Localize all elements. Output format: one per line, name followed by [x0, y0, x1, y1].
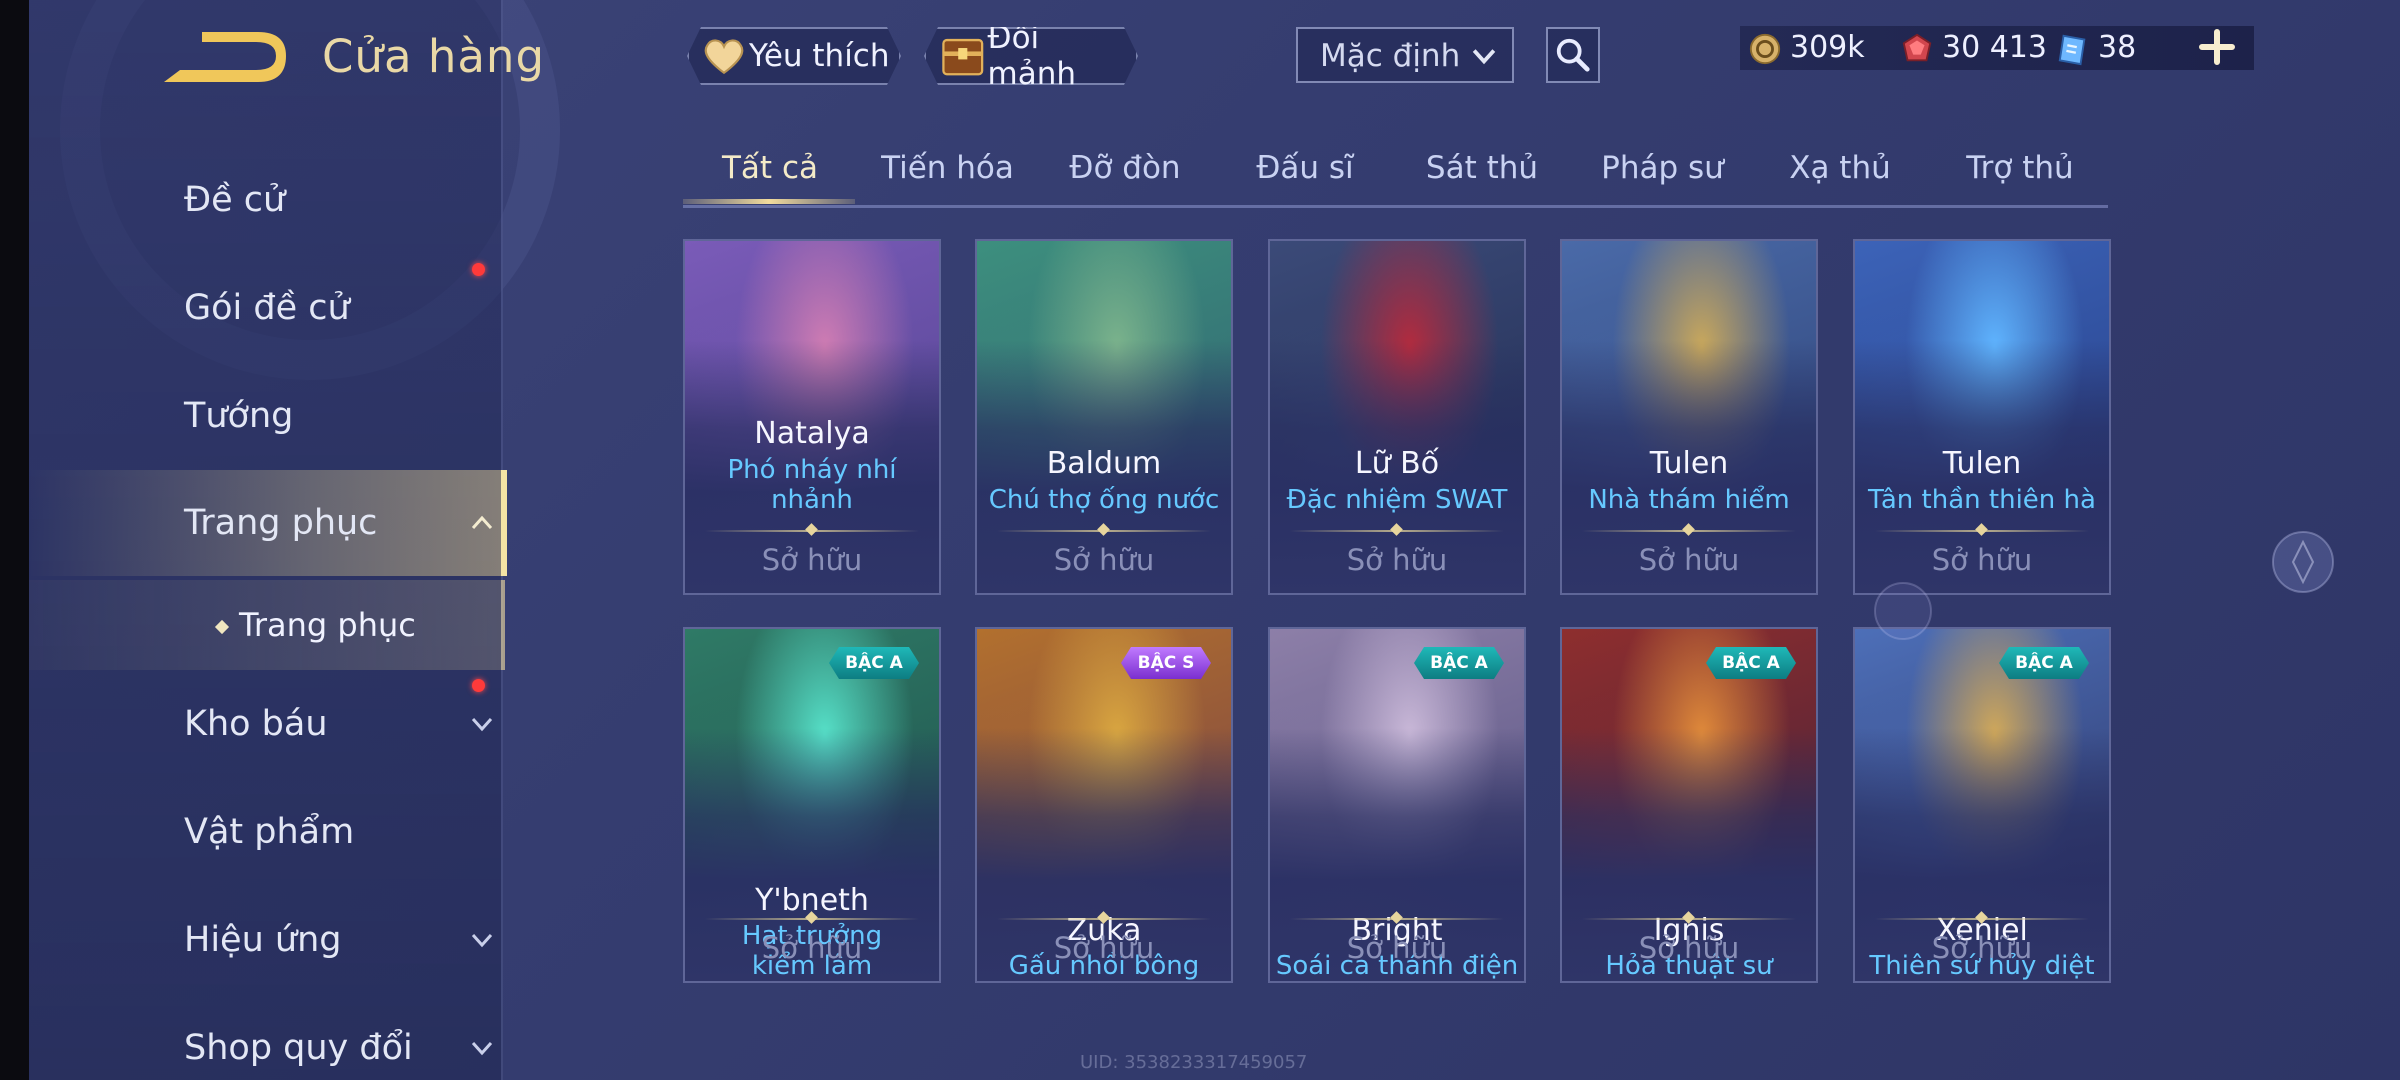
tab-mage[interactable]: Pháp sư — [1590, 150, 1735, 186]
ruby-gem-icon — [1902, 33, 1932, 62]
hero-name: Lữ Bố — [1354, 446, 1440, 481]
tier-badge: BẬC A — [1999, 647, 2089, 679]
tab-assassin[interactable]: Sát thủ — [1412, 150, 1552, 186]
hero-name: Tulen — [1942, 446, 2022, 481]
sidebar-item-skins[interactable]: Trang phục — [29, 470, 507, 576]
page-title: Cửa hàng — [322, 30, 546, 83]
sidebar-item-label: Trang phục — [184, 503, 378, 543]
tab-all[interactable]: Tất cả — [700, 150, 840, 186]
skin-card[interactable]: BẬC S Zuka Gấu nhồi bông Sở hữu — [975, 627, 1233, 983]
owned-status: Sở hữu — [1931, 543, 2033, 577]
shop-screen: Cửa hàng Đề cử Gói đề cử Tướng Trang phụ… — [0, 0, 2400, 1080]
tier-badge: BẬC A — [1706, 647, 1796, 679]
voucher-ticket-icon — [2058, 34, 2086, 66]
exchange-fragments-label: Đổi mảnh — [987, 20, 1077, 92]
gold-amount: 309k — [1790, 30, 1865, 65]
bullet-diamond-icon — [214, 619, 230, 635]
tier-badge: BẬC A — [829, 647, 919, 679]
sidebar-item-label: Shop quy đổi — [184, 1028, 413, 1068]
tier-badge: BẬC S — [1121, 647, 1211, 679]
owned-status: Sở hữu — [761, 931, 863, 965]
sort-dropdown[interactable]: Mặc định — [1296, 27, 1514, 83]
skin-card[interactable]: BẬC A Bright Soái ca thánh điện Sở hữu — [1268, 627, 1526, 983]
skin-name: Tân thần thiên hà — [1868, 485, 2096, 515]
search-button[interactable] — [1546, 27, 1600, 83]
sidebar-item-label: Gói đề cử — [184, 288, 350, 328]
notification-dot — [472, 679, 485, 692]
sidebar-item-items[interactable]: Vật phẩm — [29, 786, 501, 878]
chevron-up-icon — [471, 515, 493, 530]
sidebar-item-treasure[interactable]: Kho báu — [29, 678, 501, 770]
owned-status: Sở hữu — [1931, 931, 2033, 965]
skin-name: Phó nháy nhí nhảnh — [727, 455, 897, 515]
search-icon — [1556, 38, 1590, 72]
sidebar-item-label: Vật phẩm — [184, 812, 355, 852]
add-currency-icon[interactable] — [2198, 28, 2236, 66]
owned-status: Sở hữu — [1346, 543, 1448, 577]
tab-marksman[interactable]: Xạ thủ — [1770, 150, 1910, 186]
owned-status: Sở hữu — [761, 543, 863, 577]
favorites-button[interactable]: Yêu thích — [687, 27, 901, 85]
sidebar-item-recommended[interactable]: Đề cử — [29, 154, 501, 246]
tier-badge: BẬC A — [1414, 647, 1504, 679]
exchange-fragments-button[interactable]: Đổi mảnh — [924, 27, 1138, 85]
tab-support[interactable]: Trợ thủ — [1950, 150, 2090, 186]
sidebar-item-label: Đề cử — [184, 180, 286, 220]
sort-selected-value: Mặc định — [1320, 38, 1461, 74]
fragment-chest-icon — [940, 33, 986, 79]
owned-status: Sở hữu — [1638, 931, 1740, 965]
floating-ring-icon — [1874, 582, 1932, 640]
user-id-watermark: UID: 3538233317459057 — [1080, 1052, 1308, 1073]
skin-name: Nhà thám hiểm — [1588, 485, 1790, 515]
skin-card[interactable]: Tulen Nhà thám hiểm Sở hữu — [1560, 239, 1818, 595]
skin-name: Chú thợ ống nước — [988, 485, 1220, 515]
chevron-down-icon — [471, 1041, 493, 1056]
skin-card[interactable]: BẬC A Xeniel Thiên sứ hủy diệt Sở hữu — [1853, 627, 2111, 983]
notification-dot — [472, 263, 485, 276]
owned-status: Sở hữu — [1346, 931, 1448, 965]
tab-evolution[interactable]: Tiến hóa — [875, 150, 1020, 186]
skin-card[interactable]: Tulen Tân thần thiên hà Sở hữu — [1853, 239, 2111, 595]
favorites-label: Yêu thích — [749, 38, 890, 74]
hero-name: Natalya — [754, 416, 870, 451]
active-tab-indicator — [683, 199, 855, 204]
tab-fighter[interactable]: Đấu sĩ — [1235, 150, 1375, 186]
tab-tank[interactable]: Đỡ đòn — [1055, 150, 1195, 186]
sidebar-item-bundles[interactable]: Gói đề cử — [29, 262, 501, 354]
chevron-down-icon — [1472, 49, 1496, 65]
skin-card[interactable]: BẬC A Ignis Hỏa thuật sư Sở hữu — [1560, 627, 1818, 983]
sidebar-item-label: Kho báu — [184, 704, 328, 744]
sidebar-item-label: Tướng — [184, 396, 294, 436]
ruby-amount: 30 413 — [1942, 30, 2047, 65]
chevron-down-icon — [471, 717, 493, 732]
voucher-amount: 38 — [2098, 30, 2137, 65]
sidebar-item-exchange-shop[interactable]: Shop quy đổi — [29, 1002, 501, 1080]
skin-name: Đặc nhiệm SWAT — [1286, 485, 1508, 515]
hero-name: Baldum — [1046, 446, 1162, 481]
skin-card[interactable]: BẬC A Y'bneth Hạt trưởng kiểm lâm Sở hữu — [683, 627, 941, 983]
skin-card[interactable]: Natalya Phó nháy nhí nhảnh Sở hữu — [683, 239, 941, 595]
sidebar-subitem-skins[interactable]: Trang phục — [29, 580, 505, 670]
sidebar-item-effects[interactable]: Hiệu ứng — [29, 894, 501, 986]
floating-assist-icon[interactable] — [2268, 524, 2338, 600]
skin-card[interactable]: Baldum Chú thợ ống nước Sở hữu — [975, 239, 1233, 595]
skin-card[interactable]: Lữ Bố Đặc nhiệm SWAT Sở hữu — [1268, 239, 1526, 595]
sidebar-subitem-label: Trang phục — [239, 606, 416, 644]
sidebar-item-label: Hiệu ứng — [184, 920, 342, 960]
owned-status: Sở hữu — [1053, 931, 1155, 965]
heart-icon — [703, 37, 745, 75]
sidebar-item-heroes[interactable]: Tướng — [29, 370, 501, 462]
hero-name: Tulen — [1649, 446, 1729, 481]
owned-status: Sở hữu — [1638, 543, 1740, 577]
chevron-down-icon — [471, 933, 493, 948]
screen-edge — [0, 0, 29, 1080]
back-arrow-icon[interactable] — [158, 30, 288, 90]
gold-coin-icon — [1749, 33, 1781, 65]
owned-status: Sở hữu — [1053, 543, 1155, 577]
